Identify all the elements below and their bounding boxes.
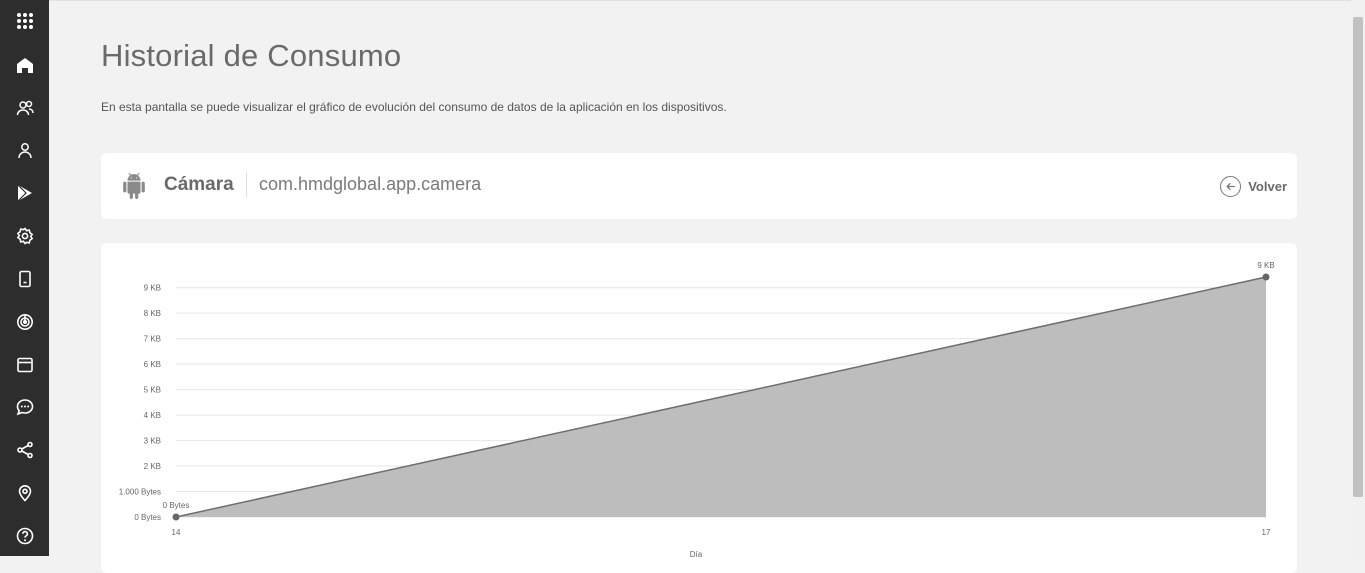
y-tick-label: 4 KB	[144, 411, 161, 420]
user-icon	[17, 143, 32, 159]
home-icon	[16, 58, 33, 73]
app-header-card: Cámara com.hmdglobal.app.camera Volver	[101, 153, 1297, 219]
y-tick-label: 1.000 Bytes	[119, 488, 161, 497]
y-tick-label: 8 KB	[144, 309, 161, 318]
x-tick-label: 17	[1262, 528, 1271, 537]
x-axis-title: Día	[690, 550, 703, 559]
y-tick-label: 2 KB	[144, 462, 161, 471]
arrow-left-icon	[1220, 175, 1242, 197]
scrollbar-thumb[interactable]	[1353, 17, 1363, 497]
data-label: 0 Bytes	[163, 501, 190, 510]
sidebar-item-settings[interactable]	[0, 219, 49, 253]
play-store-icon	[17, 184, 32, 202]
vertical-scrollbar[interactable]	[1351, 0, 1365, 556]
y-tick-label: 3 KB	[144, 437, 161, 446]
y-tick-label: 7 KB	[144, 335, 161, 344]
chart-card: 0 Bytes 1.000 Bytes 2 KB 3 KB 4 KB 5 KB 6 KB 7 …	[101, 243, 1297, 573]
sidebar-item-messages[interactable]	[0, 390, 49, 424]
data-point	[172, 513, 180, 521]
page-description: En esta pantalla se puede visualizar el …	[101, 100, 727, 114]
sidebar-item-share[interactable]	[0, 433, 49, 467]
chat-icon	[16, 399, 33, 416]
apps-grid-icon	[16, 13, 33, 29]
data-point	[1262, 273, 1270, 281]
y-tick-label: 0 Bytes	[134, 513, 161, 522]
app-name: Cámara	[164, 174, 234, 195]
sidebar-item-users[interactable]	[0, 91, 49, 125]
sidebar-item-devices[interactable]	[0, 262, 49, 296]
y-tick-label: 6 KB	[144, 360, 161, 369]
back-button-label: Volver	[1248, 178, 1287, 194]
users-icon	[16, 100, 34, 116]
y-tick-label: 5 KB	[144, 386, 161, 395]
sidebar-item-user[interactable]	[0, 133, 49, 167]
header-divider	[246, 172, 247, 197]
sidebar	[0, 0, 49, 556]
sidebar-item-browser[interactable]	[0, 348, 49, 382]
sidebar-item-location[interactable]	[0, 476, 49, 510]
android-icon	[123, 173, 145, 199]
sidebar-item-help[interactable]	[0, 519, 49, 553]
sidebar-item-tracking[interactable]	[0, 305, 49, 339]
device-icon	[18, 270, 31, 288]
sidebar-item-home[interactable]	[0, 48, 49, 82]
sidebar-item-apps-menu[interactable]	[0, 4, 49, 38]
location-pin-icon	[18, 485, 31, 502]
data-label: 9 KB	[1257, 261, 1274, 270]
app-package-name: com.hmdglobal.app.camera	[259, 174, 482, 194]
sidebar-item-applications[interactable]	[0, 176, 49, 210]
y-tick-label: 9 KB	[144, 284, 161, 293]
share-icon	[16, 441, 33, 459]
help-icon	[16, 527, 33, 545]
gear-icon	[16, 227, 33, 245]
radar-icon	[16, 314, 33, 330]
consumption-chart: 0 Bytes1.000 Bytes2 KB3 KB4 KB5 KB6 KB7 …	[119, 261, 1275, 559]
back-button[interactable]: Volver	[1220, 173, 1287, 199]
page-title: Historial de Consumo	[101, 38, 402, 73]
window-icon	[16, 357, 33, 373]
main-content: Historial de Consumo En esta pantalla se…	[49, 0, 1351, 573]
x-tick-label: 14	[172, 528, 181, 537]
